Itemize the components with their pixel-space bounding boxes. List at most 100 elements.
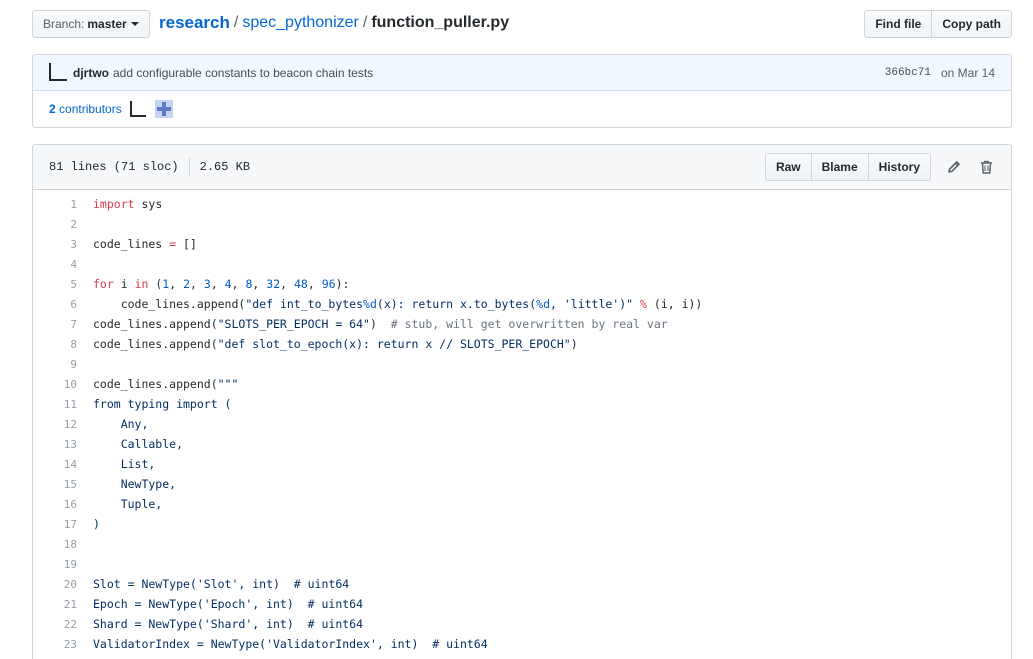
line-number[interactable]: 20 <box>33 578 81 591</box>
line-code: code_lines.append(""" <box>93 377 239 391</box>
find-file-button[interactable]: Find file <box>864 10 933 38</box>
code-line: 9 <box>33 354 1011 374</box>
line-code: List, <box>93 457 156 471</box>
branch-label: Branch: <box>43 17 85 31</box>
file-line-count: 81 lines (71 sloc) <box>49 160 179 174</box>
breadcrumb: research / spec_pythonizer / function_pu… <box>159 13 509 33</box>
code-line: 3 code_lines = [] <box>33 234 1011 254</box>
code-line: 19 <box>33 554 1011 574</box>
code-line: 5 for i in (1, 2, 3, 4, 8, 32, 48, 96): <box>33 274 1011 294</box>
breadcrumb-dir-link[interactable]: spec_pythonizer <box>242 14 359 32</box>
line-code: NewType, <box>93 477 177 491</box>
contributors-link[interactable]: 2 contributors <box>49 102 122 116</box>
code-line: 1 import sys <box>33 194 1011 214</box>
caret-down-icon <box>130 22 139 26</box>
file-nav-button-group: Find file Copy path <box>864 10 1012 38</box>
history-button[interactable]: History <box>867 153 931 181</box>
line-number[interactable]: 5 <box>33 278 81 291</box>
pencil-icon[interactable] <box>945 158 963 176</box>
branch-selector-button[interactable]: Branch: master <box>32 10 150 38</box>
copy-path-button[interactable]: Copy path <box>931 10 1012 38</box>
line-number[interactable]: 16 <box>33 498 81 511</box>
line-code: Epoch = NewType('Epoch', int) # uint64 <box>93 597 364 611</box>
trash-icon[interactable] <box>977 158 995 176</box>
file-viewer: 81 lines (71 sloc) 2.65 KB Raw Blame His… <box>32 144 1012 659</box>
contributors-row: 2 contributors <box>33 91 1011 127</box>
contributors-label: contributors <box>59 102 122 116</box>
line-number[interactable]: 21 <box>33 598 81 611</box>
breadcrumb-repo-link[interactable]: research <box>159 13 230 33</box>
breadcrumb-separator: / <box>233 14 239 31</box>
line-number[interactable]: 2 <box>33 218 81 231</box>
code-line: 4 <box>33 254 1011 274</box>
line-number[interactable]: 19 <box>33 558 81 571</box>
line-code: code_lines.append("SLOTS_PER_EPOCH = 64"… <box>93 317 668 331</box>
code-line: 11 from typing import ( <box>33 394 1011 414</box>
code-line: 23 ValidatorIndex = NewType('ValidatorInd… <box>33 634 1011 654</box>
file-header: 81 lines (71 sloc) 2.65 KB Raw Blame His… <box>33 145 1011 190</box>
line-code: Shard = NewType('Shard', int) # uint64 <box>93 617 364 631</box>
line-number[interactable]: 8 <box>33 338 81 351</box>
breadcrumb-separator: / <box>362 14 368 31</box>
code-line: 13 Callable, <box>33 434 1011 454</box>
file-info: 81 lines (71 sloc) 2.65 KB <box>49 158 250 176</box>
author-avatar[interactable] <box>49 62 67 81</box>
blame-button[interactable]: Blame <box>810 153 869 181</box>
line-number[interactable]: 4 <box>33 258 81 271</box>
code-line: 18 <box>33 534 1011 554</box>
contributor-avatar[interactable] <box>129 101 146 117</box>
code-line: 15 NewType, <box>33 474 1011 494</box>
code-line: 22 Shard = NewType('Shard', int) # uint64 <box>33 614 1011 634</box>
commit-date: on Mar 14 <box>940 65 995 80</box>
line-code: from typing import ( <box>93 397 232 411</box>
line-number[interactable]: 12 <box>33 418 81 431</box>
commit-tease: djrtwo add configurable constants to bea… <box>32 54 1012 128</box>
file-navigation: Branch: master research / spec_pythonize… <box>32 10 1012 38</box>
file-size: 2.65 KB <box>199 160 251 174</box>
line-code: ) <box>93 517 100 531</box>
line-number[interactable]: 10 <box>33 378 81 391</box>
commit-meta: 366bc71 on Mar 14 <box>885 66 995 80</box>
line-code: Callable, <box>93 437 184 451</box>
line-number[interactable]: 9 <box>33 358 81 371</box>
code-line: 7 code_lines.append("SLOTS_PER_EPOCH = 64… <box>33 314 1011 334</box>
line-code: ValidatorIndex = NewType('ValidatorIndex… <box>93 637 488 651</box>
line-number[interactable]: 15 <box>33 478 81 491</box>
code-line: 20 Slot = NewType('Slot', int) # uint64 <box>33 574 1011 594</box>
code-line: 8 code_lines.append("def slot_to_epoch(x)… <box>33 334 1011 354</box>
line-number[interactable]: 18 <box>33 538 81 551</box>
line-number[interactable]: 1 <box>33 198 81 211</box>
commit-author-link[interactable]: djrtwo <box>73 66 109 80</box>
line-number[interactable]: 11 <box>33 398 81 411</box>
code-line: 16 Tuple, <box>33 494 1011 514</box>
line-number[interactable]: 23 <box>33 638 81 651</box>
branch-name: master <box>87 17 127 31</box>
line-code: for i in (1, 2, 3, 4, 8, 32, 48, 96): <box>93 277 350 291</box>
line-code: code_lines = [] <box>93 237 197 251</box>
latest-commit-row: djrtwo add configurable constants to bea… <box>33 55 1011 91</box>
commit-message-link[interactable]: add configurable constants to beacon cha… <box>113 66 373 80</box>
line-number[interactable]: 3 <box>33 238 81 251</box>
line-code: Slot = NewType('Slot', int) # uint64 <box>93 577 350 591</box>
line-number[interactable]: 7 <box>33 318 81 331</box>
contributors-count: 2 <box>49 102 56 116</box>
line-code: import sys <box>93 197 163 211</box>
line-code: code_lines.append("def slot_to_epoch(x):… <box>93 337 578 351</box>
code-line: 17) <box>33 514 1011 534</box>
code-line: 21 Epoch = NewType('Epoch', int) # uint64 <box>33 594 1011 614</box>
code-body: 1 import sys 2 3 code_lines = [] 4 5 for i in (… <box>33 190 1011 659</box>
commit-sha-link[interactable]: 366bc71 <box>885 67 931 79</box>
line-number[interactable]: 14 <box>33 458 81 471</box>
raw-button[interactable]: Raw <box>764 153 812 181</box>
code-line: 10 code_lines.append(""" <box>33 374 1011 394</box>
file-view-button-group: Raw Blame History <box>764 153 931 181</box>
line-number[interactable]: 13 <box>33 438 81 451</box>
code-line: 12 Any, <box>33 414 1011 434</box>
line-number[interactable]: 22 <box>33 618 81 631</box>
line-number[interactable]: 6 <box>33 298 81 311</box>
contributor-avatar[interactable] <box>154 100 173 118</box>
code-line: 24Gwei = NewType('Gwei', int) # uint64 <box>33 654 1011 659</box>
line-number[interactable]: 17 <box>33 518 81 531</box>
code-line: 6 code_lines.append("def int_to_bytes%d(… <box>33 294 1011 314</box>
line-code: code_lines.append("def int_to_bytes%d(x)… <box>93 297 703 311</box>
